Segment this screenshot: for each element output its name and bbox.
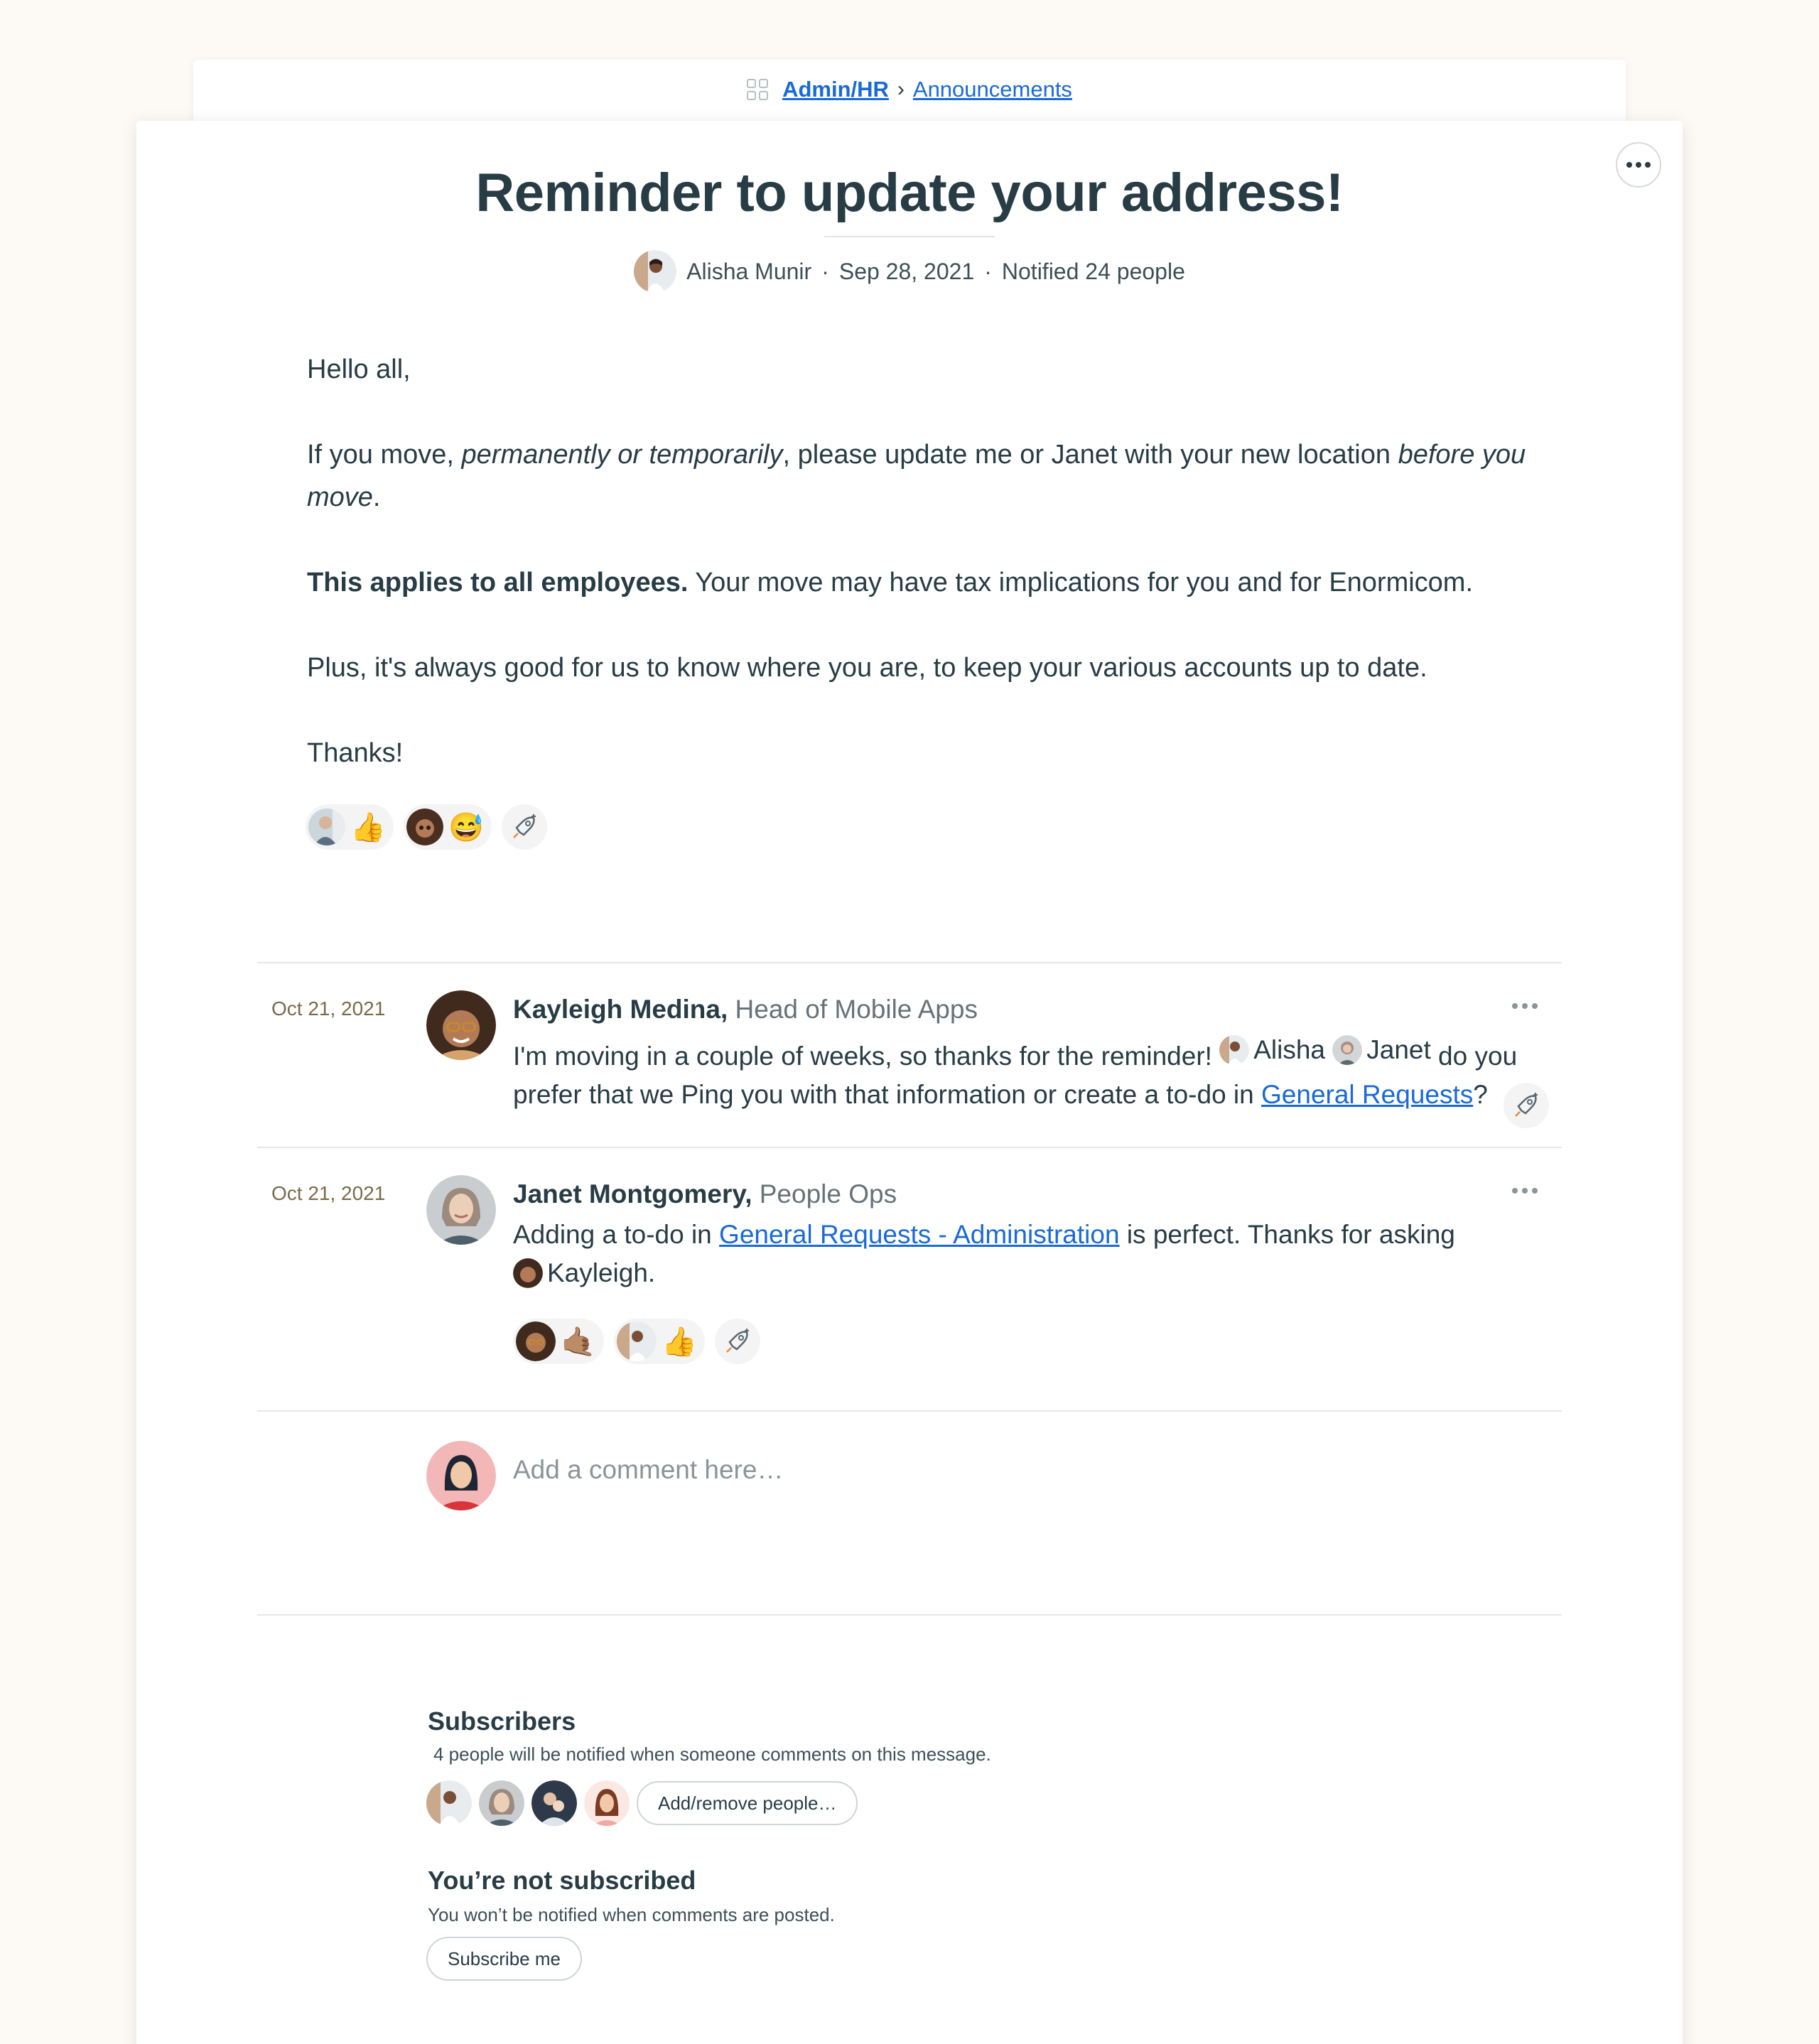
mention-janet[interactable]: Janet	[1332, 1031, 1431, 1069]
body-paragraph-2: This applies to all employees. Your move…	[307, 561, 1529, 604]
mention-name: Alisha	[1253, 1035, 1325, 1064]
subscriber-avatar[interactable]	[584, 1780, 630, 1826]
project-grid-icon	[747, 79, 769, 100]
general-requests-link[interactable]: General Requests	[1261, 1080, 1473, 1109]
subscriber-avatar[interactable]	[479, 1780, 524, 1826]
commenter-role: Head of Mobile Apps	[735, 995, 978, 1024]
more-dot-icon	[1512, 1188, 1518, 1194]
grinning-sweat-icon: 😅	[448, 811, 484, 843]
comment-body: I'm moving in a couple of weeks, so than…	[513, 1031, 1522, 1114]
add-boost-button[interactable]	[502, 804, 547, 850]
comment-options-button[interactable]	[1512, 1003, 1538, 1009]
mention-avatar	[513, 1258, 543, 1288]
comment-date[interactable]: Oct 21, 2021	[271, 997, 385, 1020]
title-divider	[824, 236, 995, 237]
add-comment-input[interactable]: Add a comment here…	[513, 1455, 783, 1485]
mention-alisha[interactable]: Alisha	[1219, 1031, 1325, 1069]
commenter-avatar[interactable]	[426, 990, 496, 1060]
add-boost-button[interactable]	[715, 1319, 760, 1364]
subscriber-avatars: Add/remove people…	[426, 1780, 858, 1826]
subscribe-button[interactable]: Subscribe me	[426, 1937, 582, 1981]
meta-separator: ·	[984, 258, 992, 284]
call-me-hand-icon: 🤙🏽	[561, 1326, 596, 1358]
more-dot-icon	[1522, 1003, 1528, 1009]
message-title: Reminder to update your address!	[475, 163, 1344, 223]
rocket-icon	[1515, 1093, 1538, 1117]
body-signoff: Thanks!	[307, 738, 404, 768]
subscribers-heading: Subscribers	[428, 1707, 576, 1736]
subscriber-avatar[interactable]	[426, 1780, 472, 1826]
body-emphasis: permanently or temporarily	[461, 440, 783, 470]
body-paragraph-1: If you move, permanently or temporarily,…	[307, 433, 1529, 519]
message-body: Hello all, If you move, permanently or t…	[307, 348, 1529, 817]
reaction-call-me-hand[interactable]: 🤙🏽	[513, 1319, 604, 1364]
subscribers-description: 4 people will be notified when someone c…	[433, 1743, 991, 1765]
message-meta: Alisha Munir · Sep 28, 2021 · Notified 2…	[0, 250, 1819, 293]
comment-options-button[interactable]	[1512, 1188, 1538, 1194]
rocket-icon	[513, 814, 536, 838]
comment-text: Adding a to-do in	[513, 1220, 720, 1249]
comment-body: Adding a to-do in General Requests - Adm…	[513, 1216, 1465, 1299]
mention-name: Janet	[1366, 1035, 1431, 1064]
add-remove-people-button[interactable]: Add/remove people…	[637, 1781, 858, 1825]
body-paragraph-3: Plus, it's always good for us to know wh…	[307, 653, 1427, 683]
comment-text: ?	[1473, 1080, 1488, 1109]
reactor-avatar	[516, 1321, 556, 1361]
mention-avatar	[1332, 1035, 1363, 1065]
more-dot-icon	[1522, 1188, 1528, 1194]
comment-header: Janet Montgomery, People Ops	[513, 1179, 897, 1209]
meta-separator: ·	[821, 258, 829, 284]
thumbs-up-icon: 👍	[662, 1326, 697, 1358]
body-bold: This applies to all employees.	[307, 568, 689, 597]
author-avatar[interactable]	[634, 250, 677, 293]
divider	[257, 962, 1562, 963]
reactor-avatar	[617, 1321, 657, 1361]
thumbs-up-icon: 👍	[350, 811, 386, 843]
reaction-thumbs-up[interactable]: 👍	[614, 1319, 705, 1364]
divider	[257, 1147, 1562, 1148]
commenter-avatar[interactable]	[426, 1175, 496, 1245]
breadcrumb-section-link[interactable]: Announcements	[913, 77, 1072, 102]
reaction-thumbs-up[interactable]: 👍	[306, 804, 394, 850]
breadcrumb: Admin/HR › Announcements	[193, 60, 1626, 119]
divider	[257, 1410, 1562, 1412]
breadcrumb-project-link[interactable]: Admin/HR	[782, 77, 889, 102]
body-text: .	[372, 482, 381, 512]
commenter-role: People Ops	[759, 1179, 897, 1208]
divider	[257, 1614, 1562, 1616]
body-text: If you move,	[307, 440, 462, 470]
subscription-heading: You’re not subscribed	[428, 1866, 696, 1895]
notified-count[interactable]: Notified 24 people	[1002, 259, 1185, 285]
mention-kayleigh[interactable]: Kayleigh.	[513, 1254, 655, 1292]
more-dot-icon	[1532, 1003, 1538, 1009]
body-greeting: Hello all,	[307, 355, 411, 384]
comment-reactions: 🤙🏽 👍	[513, 1319, 760, 1364]
comment-header: Kayleigh Medina, Head of Mobile Apps	[513, 995, 978, 1024]
more-dot-icon	[1512, 1003, 1518, 1009]
general-requests-administration-link[interactable]: General Requests - Administration	[719, 1220, 1120, 1249]
comment-text: I'm moving in a couple of weeks, so than…	[513, 1042, 1220, 1071]
body-text: , please update me or Janet with your ne…	[782, 440, 1398, 470]
post-date: Sep 28, 2021	[838, 258, 975, 284]
reactor-avatar	[308, 809, 345, 845]
mention-name: Kayleigh.	[547, 1258, 656, 1287]
subscriber-avatar[interactable]	[531, 1780, 577, 1826]
current-user-avatar	[426, 1441, 496, 1510]
more-dot-icon	[1532, 1188, 1538, 1194]
breadcrumb-separator: ›	[897, 77, 905, 101]
reactor-avatar	[406, 809, 443, 845]
author-name[interactable]: Alisha Munir	[686, 259, 811, 285]
subscription-description: You won’t be notified when comments are …	[428, 1904, 835, 1925]
comment-date[interactable]: Oct 21, 2021	[271, 1182, 385, 1205]
commenter-name[interactable]: Kayleigh Medina,	[513, 995, 728, 1024]
comment-text: is perfect. Thanks for asking	[1119, 1220, 1455, 1249]
reaction-grinning-sweat[interactable]: 😅	[404, 804, 492, 850]
message-reactions: 👍 😅	[306, 804, 547, 850]
add-boost-button[interactable]	[1504, 1083, 1549, 1128]
rocket-icon	[726, 1329, 749, 1353]
body-text: Your move may have tax implications for …	[688, 568, 1474, 597]
mention-avatar	[1219, 1035, 1250, 1065]
commenter-name[interactable]: Janet Montgomery,	[513, 1179, 752, 1208]
